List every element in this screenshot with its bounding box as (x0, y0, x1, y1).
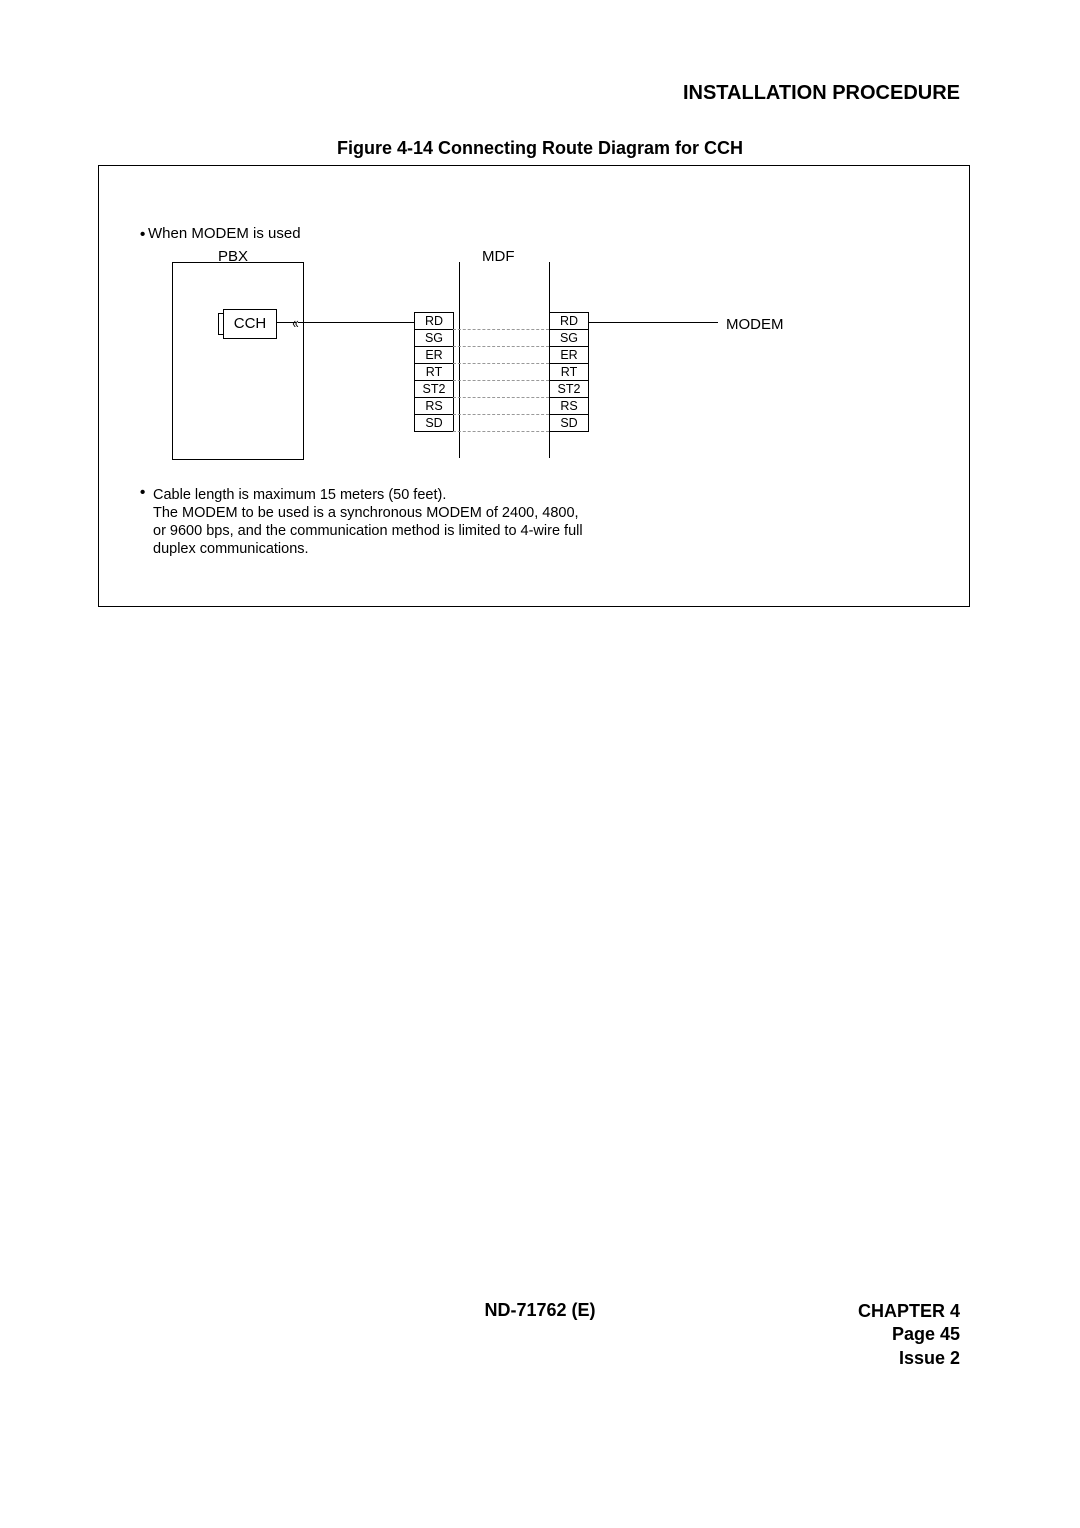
section-header: INSTALLATION PROCEDURE (683, 82, 960, 105)
cch-to-signals-line (298, 322, 415, 323)
signal-cell: SD (415, 415, 453, 431)
dashed-connector (453, 346, 549, 347)
modem-label: MODEM (726, 316, 784, 333)
signal-cell: RD (415, 313, 453, 330)
dashed-connector (453, 431, 549, 432)
figure-caption: Figure 4-14 Connecting Route Diagram for… (0, 138, 1080, 159)
signal-cell: ST2 (415, 381, 453, 398)
dashed-connector (453, 363, 549, 364)
pbx-box (172, 262, 304, 460)
cch-box: CCH (223, 309, 277, 339)
signal-cell: RD (550, 313, 588, 330)
footer-chapter: CHAPTER 4 (858, 1300, 960, 1323)
signal-cell: RT (550, 364, 588, 381)
chevron-left-icon: « (292, 316, 298, 332)
signal-block-left: RD SG ER RT ST2 RS SD (414, 312, 454, 432)
dashed-connector (453, 414, 549, 415)
mdf-line-left (459, 262, 460, 458)
signal-block-right: RD SG ER RT ST2 RS SD (549, 312, 589, 432)
signal-cell: ER (550, 347, 588, 364)
signal-cell: ER (415, 347, 453, 364)
diagram-note-1: When MODEM is used (148, 225, 301, 242)
signal-cell: SG (550, 330, 588, 347)
bullet-icon: • (140, 484, 145, 501)
modem-line (588, 322, 718, 323)
signal-cell: SG (415, 330, 453, 347)
signal-cell: RT (415, 364, 453, 381)
signal-cell: RS (550, 398, 588, 415)
dashed-connector (453, 380, 549, 381)
dashed-connector (453, 397, 549, 398)
footer-issue: Issue 2 (858, 1347, 960, 1370)
mdf-label: MDF (482, 248, 515, 265)
signal-cell: RS (415, 398, 453, 415)
dashed-connector (453, 329, 549, 330)
footer-right-block: CHAPTER 4 Page 45 Issue 2 (858, 1300, 960, 1370)
bullet-icon: • (140, 226, 145, 243)
signal-cell: SD (550, 415, 588, 431)
footer-page: Page 45 (858, 1323, 960, 1346)
signal-cell: ST2 (550, 381, 588, 398)
diagram-note-2: Cable length is maximum 15 meters (50 fe… (153, 486, 683, 559)
page: INSTALLATION PROCEDURE Figure 4-14 Conne… (0, 0, 1080, 1528)
